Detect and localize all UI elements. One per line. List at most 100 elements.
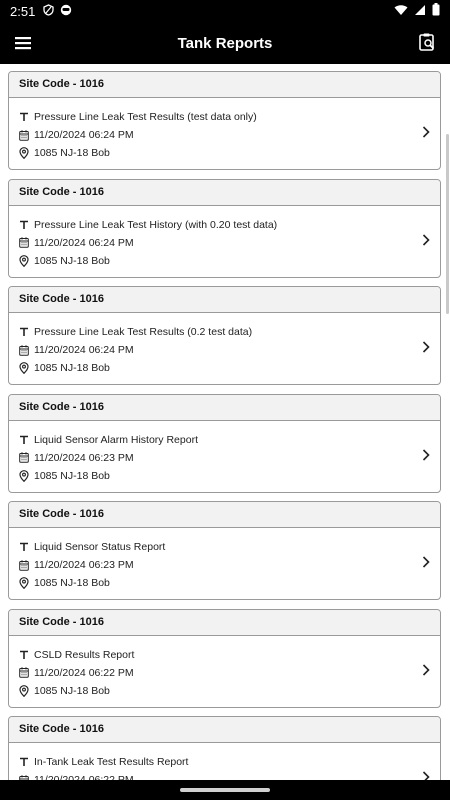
calendar-icon [19, 667, 29, 678]
report-location-row: 1085 NJ-18 Bob [19, 144, 440, 162]
open-report-chevron[interactable] [422, 663, 430, 681]
report-datetime: 11/20/2024 06:23 PM [34, 451, 134, 464]
report-datetime: 11/20/2024 06:24 PM [34, 236, 134, 249]
report-card-body[interactable]: Pressure Line Leak Test History (with 0.… [9, 206, 440, 270]
location-pin-icon [19, 254, 29, 267]
navigation-bar [0, 780, 450, 800]
open-report-chevron[interactable] [422, 555, 430, 573]
site-code-header: Site Code - 1016 [9, 502, 440, 528]
shield-icon [43, 3, 54, 19]
report-card[interactable]: Site Code - 1016 Pressure Line Leak Test … [8, 71, 441, 170]
scrollbar[interactable] [446, 134, 449, 314]
site-code-header: Site Code - 1016 [9, 72, 440, 98]
clipboard-search-icon [419, 33, 435, 51]
report-date-row: 11/20/2024 06:24 PM [19, 341, 440, 359]
site-code-header: Site Code - 1016 [9, 609, 440, 636]
report-location: 1085 NJ-18 Bob [34, 577, 110, 589]
report-list[interactable]: Site Code - 1016 Pressure Line Leak Test … [0, 64, 450, 780]
report-card[interactable]: Site Code - 1016 Liquid Sensor Alarm Hist… [8, 393, 441, 493]
report-card-body[interactable]: Liquid Sensor Alarm History Report 11/20/… [9, 421, 440, 485]
report-card-body[interactable]: CSLD Results Report 11/20/2024 06:22 PM 10… [9, 636, 440, 700]
report-title-row: Pressure Line Leak Test Results (0.2 tes… [19, 323, 440, 341]
report-title: CSLD Results Report [34, 648, 135, 661]
report-date-row: 11/20/2024 06:23 PM [19, 556, 440, 574]
site-code-header: Site Code - 1016 [9, 394, 440, 421]
report-location-row: 1085 NJ-18 Bob [19, 359, 440, 377]
site-code-header: Site Code - 1016 [9, 287, 440, 313]
title-icon [20, 435, 28, 444]
open-report-chevron[interactable] [422, 233, 430, 251]
title-icon [20, 650, 28, 659]
report-title: Liquid Sensor Status Report [34, 541, 166, 553]
report-card-body[interactable]: Pressure Line Leak Test Results (0.2 tes… [9, 313, 440, 377]
open-report-chevron[interactable] [422, 125, 430, 143]
report-date-row: 11/20/2024 06:24 PM [19, 126, 440, 144]
calendar-icon [19, 452, 29, 463]
report-location: 1085 NJ-18 Bob [34, 684, 110, 697]
chevron-right-icon [422, 556, 430, 568]
report-card-body[interactable]: Pressure Line Leak Test Results (test da… [9, 98, 440, 162]
report-card-body[interactable]: Liquid Sensor Status Report 11/20/2024 06… [9, 528, 440, 592]
menu-button[interactable] [12, 32, 34, 54]
report-title-row: Pressure Line Leak Test History (with 0.… [19, 216, 440, 234]
report-location: 1085 NJ-18 Bob [34, 147, 110, 159]
chevron-right-icon [422, 126, 430, 138]
app-bar: Tank Reports [0, 22, 450, 64]
title-icon [20, 112, 28, 121]
calendar-icon [19, 129, 29, 141]
site-code-header: Site Code - 1016 [9, 179, 440, 206]
report-date-row: 11/20/2024 06:23 PM [19, 449, 440, 467]
chevron-right-icon [422, 448, 430, 461]
report-date-row: 11/20/2024 06:22 PM [19, 664, 440, 682]
open-report-chevron[interactable] [422, 340, 430, 358]
report-location: 1085 NJ-18 Bob [34, 362, 110, 374]
report-title: Pressure Line Leak Test Results (test da… [34, 111, 257, 123]
report-location: 1085 NJ-18 Bob [34, 254, 110, 267]
report-card-body[interactable]: In-Tank Leak Test Results Report 11/20/20… [9, 743, 440, 780]
battery-icon [432, 3, 440, 19]
report-location: 1085 NJ-18 Bob [34, 469, 110, 482]
title-icon [20, 757, 28, 766]
report-title: Pressure Line Leak Test Results (0.2 tes… [34, 326, 253, 338]
status-time: 2:51 [10, 3, 36, 19]
calendar-icon [19, 559, 29, 571]
report-location-row: 1085 NJ-18 Bob [19, 574, 440, 592]
report-title-row: CSLD Results Report [19, 646, 440, 664]
location-pin-icon [19, 577, 29, 589]
calendar-icon [19, 237, 29, 248]
title-icon [20, 220, 28, 229]
report-card[interactable]: Site Code - 1016 Pressure Line Leak Test … [8, 178, 441, 278]
report-location-row: 1085 NJ-18 Bob [19, 252, 440, 270]
signal-icon [414, 4, 426, 19]
report-card[interactable]: Site Code - 1016 CSLD Results Report 11/20… [8, 608, 441, 708]
home-gesture-handle[interactable] [180, 788, 270, 792]
hamburger-menu-icon [15, 37, 31, 50]
report-date-row: 11/20/2024 06:22 PM [19, 771, 440, 780]
report-title-row: Liquid Sensor Status Report [19, 538, 440, 556]
calendar-icon [19, 344, 29, 356]
location-pin-icon [19, 684, 29, 697]
report-card[interactable]: Site Code - 1016 In-Tank Leak Test Result… [8, 716, 441, 780]
location-pin-icon [19, 469, 29, 482]
report-date-row: 11/20/2024 06:24 PM [19, 234, 440, 252]
report-datetime: 11/20/2024 06:23 PM [34, 559, 134, 571]
report-location-row: 1085 NJ-18 Bob [19, 682, 440, 700]
chevron-right-icon [422, 233, 430, 246]
open-report-chevron[interactable] [422, 448, 430, 466]
status-bar: 2:51 [0, 0, 450, 22]
report-card[interactable]: Site Code - 1016 Liquid Sensor Status Rep… [8, 501, 441, 600]
title-icon [20, 327, 28, 336]
page-title: Tank Reports [177, 34, 273, 52]
report-title: Liquid Sensor Alarm History Report [34, 433, 198, 446]
report-datetime: 11/20/2024 06:24 PM [34, 344, 134, 356]
report-search-button[interactable] [416, 31, 438, 53]
app-notification-icon [60, 4, 72, 19]
report-title-row: Liquid Sensor Alarm History Report [19, 431, 440, 449]
report-location-row: 1085 NJ-18 Bob [19, 467, 440, 485]
open-report-chevron[interactable] [422, 770, 430, 780]
chevron-right-icon [422, 341, 430, 353]
title-icon [20, 542, 28, 551]
report-datetime: 11/20/2024 06:24 PM [34, 129, 134, 141]
report-card[interactable]: Site Code - 1016 Pressure Line Leak Test … [8, 286, 441, 385]
report-title: Pressure Line Leak Test History (with 0.… [34, 218, 278, 231]
